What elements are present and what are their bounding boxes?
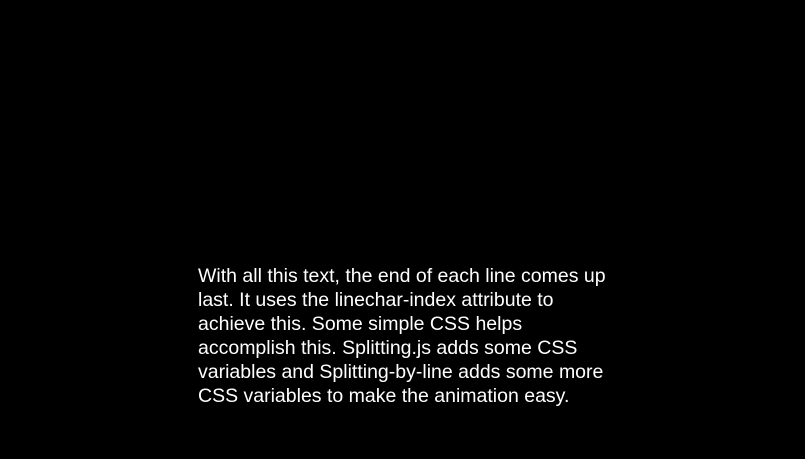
text-line-6: CSS variables to make the animation easy…: [198, 385, 570, 407]
text-line-4: accomplish this. Splitting.js adds some …: [198, 337, 578, 359]
page-canvas: With all this text, the end of each line…: [0, 0, 805, 459]
text-line-1: With all this text, the end of each line…: [198, 265, 606, 287]
text-line-5: variables and Splitting-by-line adds som…: [198, 361, 604, 383]
demo-paragraph: With all this text, the end of each line…: [198, 264, 658, 408]
text-line-3: achieve this. Some simple CSS helps: [198, 313, 523, 335]
text-line-2: last. It uses the linechar-index attribu…: [198, 289, 554, 311]
